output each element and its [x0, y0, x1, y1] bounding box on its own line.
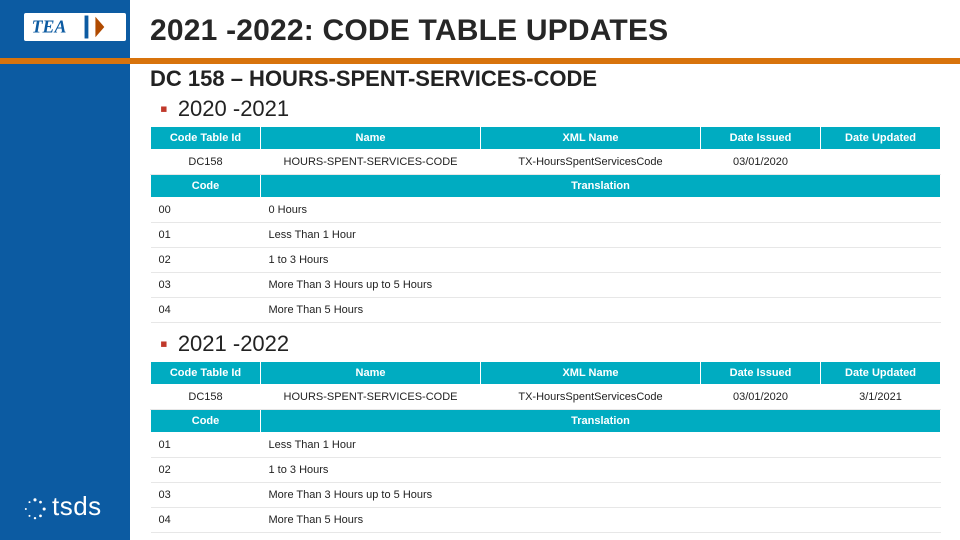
subtitle: DC 158 – HOURS-SPENT-SERVICES-CODE — [150, 66, 950, 92]
header-name: Name — [261, 127, 481, 150]
cell-issued: 03/01/2020 — [701, 150, 821, 175]
content: 2021 -2022: CODE TABLE UPDATES DC 158 – … — [150, 0, 950, 533]
table-info-row: DC158 HOURS-SPENT-SERVICES-CODE TX-Hours… — [151, 385, 941, 410]
header-code: Code — [151, 410, 261, 433]
tsds-dots-icon — [24, 496, 46, 518]
tsds-text: tsds — [52, 491, 102, 522]
table-subheader-row: Code Translation — [151, 410, 941, 433]
cell-updated: 3/1/2021 — [821, 385, 941, 410]
tea-logo: TEA — [24, 12, 126, 42]
cell-name: HOURS-SPENT-SERVICES-CODE — [261, 150, 481, 175]
table-info-row: DC158 HOURS-SPENT-SERVICES-CODE TX-Hours… — [151, 150, 941, 175]
cell-xml: TX-HoursSpentServicesCode — [481, 385, 701, 410]
slide: TEA tsds 2021 -2022: CODE TABLE UPDAT — [0, 0, 960, 540]
header-translation: Translation — [261, 410, 941, 433]
header-date-updated: Date Updated — [821, 127, 941, 150]
code-table-2020: Code Table Id Name XML Name Date Issued … — [150, 126, 941, 323]
page-title: 2021 -2022: CODE TABLE UPDATES — [150, 14, 950, 48]
header-date-issued: Date Issued — [701, 362, 821, 385]
table-header-row: Code Table Id Name XML Name Date Issued … — [151, 362, 941, 385]
cell-xml: TX-HoursSpentServicesCode — [481, 150, 701, 175]
table-subheader-row: Code Translation — [151, 175, 941, 198]
header-name: Name — [261, 362, 481, 385]
year-2021-2022: ▪2021 -2022 — [160, 331, 950, 357]
header-code: Code — [151, 175, 261, 198]
header-date-updated: Date Updated — [821, 362, 941, 385]
table-row: 04More Than 5 Hours — [151, 298, 941, 323]
cell-name: HOURS-SPENT-SERVICES-CODE — [261, 385, 481, 410]
table-row: 04More Than 5 Hours — [151, 508, 941, 533]
header-date-issued: Date Issued — [701, 127, 821, 150]
code-table-2021: Code Table Id Name XML Name Date Issued … — [150, 361, 941, 533]
table-header-row: Code Table Id Name XML Name Date Issued … — [151, 127, 941, 150]
table-row: 03More Than 3 Hours up to 5 Hours — [151, 273, 941, 298]
sidebar: TEA tsds — [0, 0, 130, 540]
header-xml-name: XML Name — [481, 127, 701, 150]
cell-id: DC158 — [151, 385, 261, 410]
table-row: 01Less Than 1 Hour — [151, 223, 941, 248]
table-row: 021 to 3 Hours — [151, 458, 941, 483]
cell-id: DC158 — [151, 150, 261, 175]
header-code-table-id: Code Table Id — [151, 362, 261, 385]
header-code-table-id: Code Table Id — [151, 127, 261, 150]
bullet-icon: ▪ — [160, 331, 168, 356]
cell-updated — [821, 150, 941, 175]
tsds-logo: tsds — [24, 491, 102, 522]
header-translation: Translation — [261, 175, 941, 198]
cell-issued: 03/01/2020 — [701, 385, 821, 410]
bullet-icon: ▪ — [160, 96, 168, 121]
table-row: 021 to 3 Hours — [151, 248, 941, 273]
table-row: 01Less Than 1 Hour — [151, 433, 941, 458]
year-2020-2021: ▪2020 -2021 — [160, 96, 950, 122]
header-xml-name: XML Name — [481, 362, 701, 385]
table-row: 03More Than 3 Hours up to 5 Hours — [151, 483, 941, 508]
svg-text:TEA: TEA — [32, 17, 67, 37]
table-row: 000 Hours — [151, 198, 941, 223]
